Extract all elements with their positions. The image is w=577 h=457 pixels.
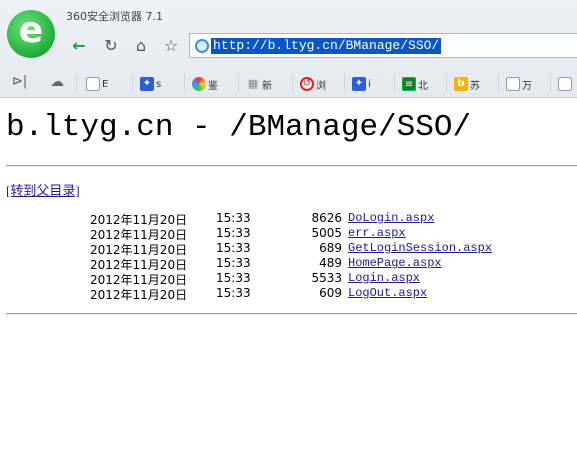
file-link[interactable]: Login.aspx bbox=[348, 271, 420, 285]
file-link[interactable]: DoLogin.aspx bbox=[348, 211, 434, 225]
browser-chrome: e 360安全浏览器 7.1 ← ↻ ⌂ ☆ http://b.ltyg.cn/… bbox=[0, 0, 577, 98]
file-size: 689 bbox=[319, 241, 342, 255]
bookmark-item[interactable]: 鉴 bbox=[192, 72, 234, 96]
bookmark-label: 鉴 bbox=[208, 80, 218, 92]
divider bbox=[238, 74, 239, 92]
divider bbox=[550, 74, 551, 92]
reload-button[interactable]: ↻ bbox=[100, 34, 122, 56]
file-date: 2012年11月20日 bbox=[90, 288, 188, 302]
divider bbox=[394, 74, 395, 92]
divider bbox=[76, 74, 77, 92]
bookmark-item[interactable]: 万 bbox=[506, 72, 548, 96]
bookmark-label: 浏 bbox=[316, 80, 326, 92]
baidu-paw-icon: ✦ bbox=[352, 77, 366, 91]
bookmark-label: 万 bbox=[522, 80, 532, 92]
bookmark-label: 苏 bbox=[470, 80, 480, 92]
file-link[interactable]: LogOut.aspx bbox=[348, 286, 427, 300]
sidebar-toggle-icon[interactable]: ⊳| bbox=[12, 74, 27, 89]
browser-logo-icon: e bbox=[7, 10, 55, 58]
divider bbox=[344, 74, 345, 92]
file-link[interactable]: GetLoginSession.aspx bbox=[348, 241, 492, 255]
app-title: 360安全浏览器 7.1 bbox=[66, 10, 163, 23]
file-link[interactable]: err.aspx bbox=[348, 226, 406, 240]
divider bbox=[6, 313, 577, 315]
bookmark-label: 北 bbox=[418, 80, 428, 92]
file-time: 15:33 bbox=[216, 226, 251, 240]
bing-icon: b bbox=[454, 77, 468, 91]
file-time: 15:33 bbox=[216, 241, 251, 255]
file-size: 609 bbox=[319, 286, 342, 300]
bookmark-item[interactable]: ≡ 北 bbox=[402, 72, 444, 96]
bookmark-item[interactable]: ▦ 新 bbox=[246, 72, 288, 96]
back-button[interactable]: ← bbox=[68, 34, 90, 56]
divider bbox=[446, 74, 447, 92]
globe-icon bbox=[195, 39, 209, 53]
favorite-button[interactable]: ☆ bbox=[160, 34, 182, 56]
file-time: 15:33 bbox=[216, 211, 251, 225]
bookmark-item[interactable]: ✦ i bbox=[352, 72, 394, 96]
home-icon: ⌂ bbox=[135, 35, 147, 55]
bookmark-item[interactable]: ✦ s bbox=[140, 72, 182, 96]
baidu-paw-icon: ✦ bbox=[140, 77, 154, 91]
page-icon bbox=[506, 77, 520, 91]
file-size: 5005 bbox=[311, 226, 342, 240]
address-bar[interactable]: http://b.ltyg.cn/BManage/SSO/ bbox=[189, 33, 577, 58]
colorful-circle-icon bbox=[192, 77, 206, 91]
bookmark-item[interactable]: ↺ 浏 bbox=[300, 72, 342, 96]
reload-icon: ↻ bbox=[104, 35, 118, 55]
file-time: 15:33 bbox=[216, 256, 251, 270]
bookmark-item[interactable]: E bbox=[86, 72, 128, 96]
bookmark-item[interactable] bbox=[558, 72, 576, 96]
divider bbox=[184, 74, 185, 92]
page-title: b.ltyg.cn - /BManage/SSO/ bbox=[6, 110, 472, 145]
bookmarks-bar: ⊳| ☁ E ✦ s 鉴 ▦ 新 ↺ 浏 ✦ i ≡ 北 b 苏 万 bbox=[0, 68, 577, 98]
divider bbox=[498, 74, 499, 92]
file-size: 489 bbox=[319, 256, 342, 270]
page-icon bbox=[86, 77, 100, 91]
navigation-toolbar: ← ↻ ⌂ ☆ http://b.ltyg.cn/BManage/SSO/ bbox=[64, 32, 577, 60]
bookmark-label: E bbox=[102, 78, 109, 90]
bookmark-label: s bbox=[156, 78, 162, 90]
bookmark-label: i bbox=[368, 78, 371, 90]
divider bbox=[132, 74, 133, 92]
url-text[interactable]: http://b.ltyg.cn/BManage/SSO/ bbox=[211, 38, 442, 54]
file-size: 5533 bbox=[311, 271, 342, 285]
page-icon bbox=[558, 77, 572, 91]
file-size: 8626 bbox=[311, 211, 342, 225]
green-square-icon: ≡ bbox=[402, 77, 416, 91]
file-time: 15:33 bbox=[216, 271, 251, 285]
divider bbox=[6, 165, 577, 167]
bookmark-label: 新 bbox=[262, 80, 272, 92]
red-circle-icon: ↺ bbox=[300, 77, 314, 91]
home-button[interactable]: ⌂ bbox=[130, 34, 152, 56]
star-icon: ☆ bbox=[163, 35, 179, 55]
file-time: 15:33 bbox=[216, 286, 251, 300]
file-link[interactable]: HomePage.aspx bbox=[348, 256, 442, 270]
divider bbox=[292, 74, 293, 92]
parent-directory-link[interactable]: [转到父目录] bbox=[6, 180, 80, 199]
bookmark-item[interactable]: b 苏 bbox=[454, 72, 496, 96]
grid-icon: ▦ bbox=[247, 77, 259, 90]
arrow-left-icon: ← bbox=[72, 35, 86, 55]
cloud-icon[interactable]: ☁ bbox=[50, 74, 64, 90]
